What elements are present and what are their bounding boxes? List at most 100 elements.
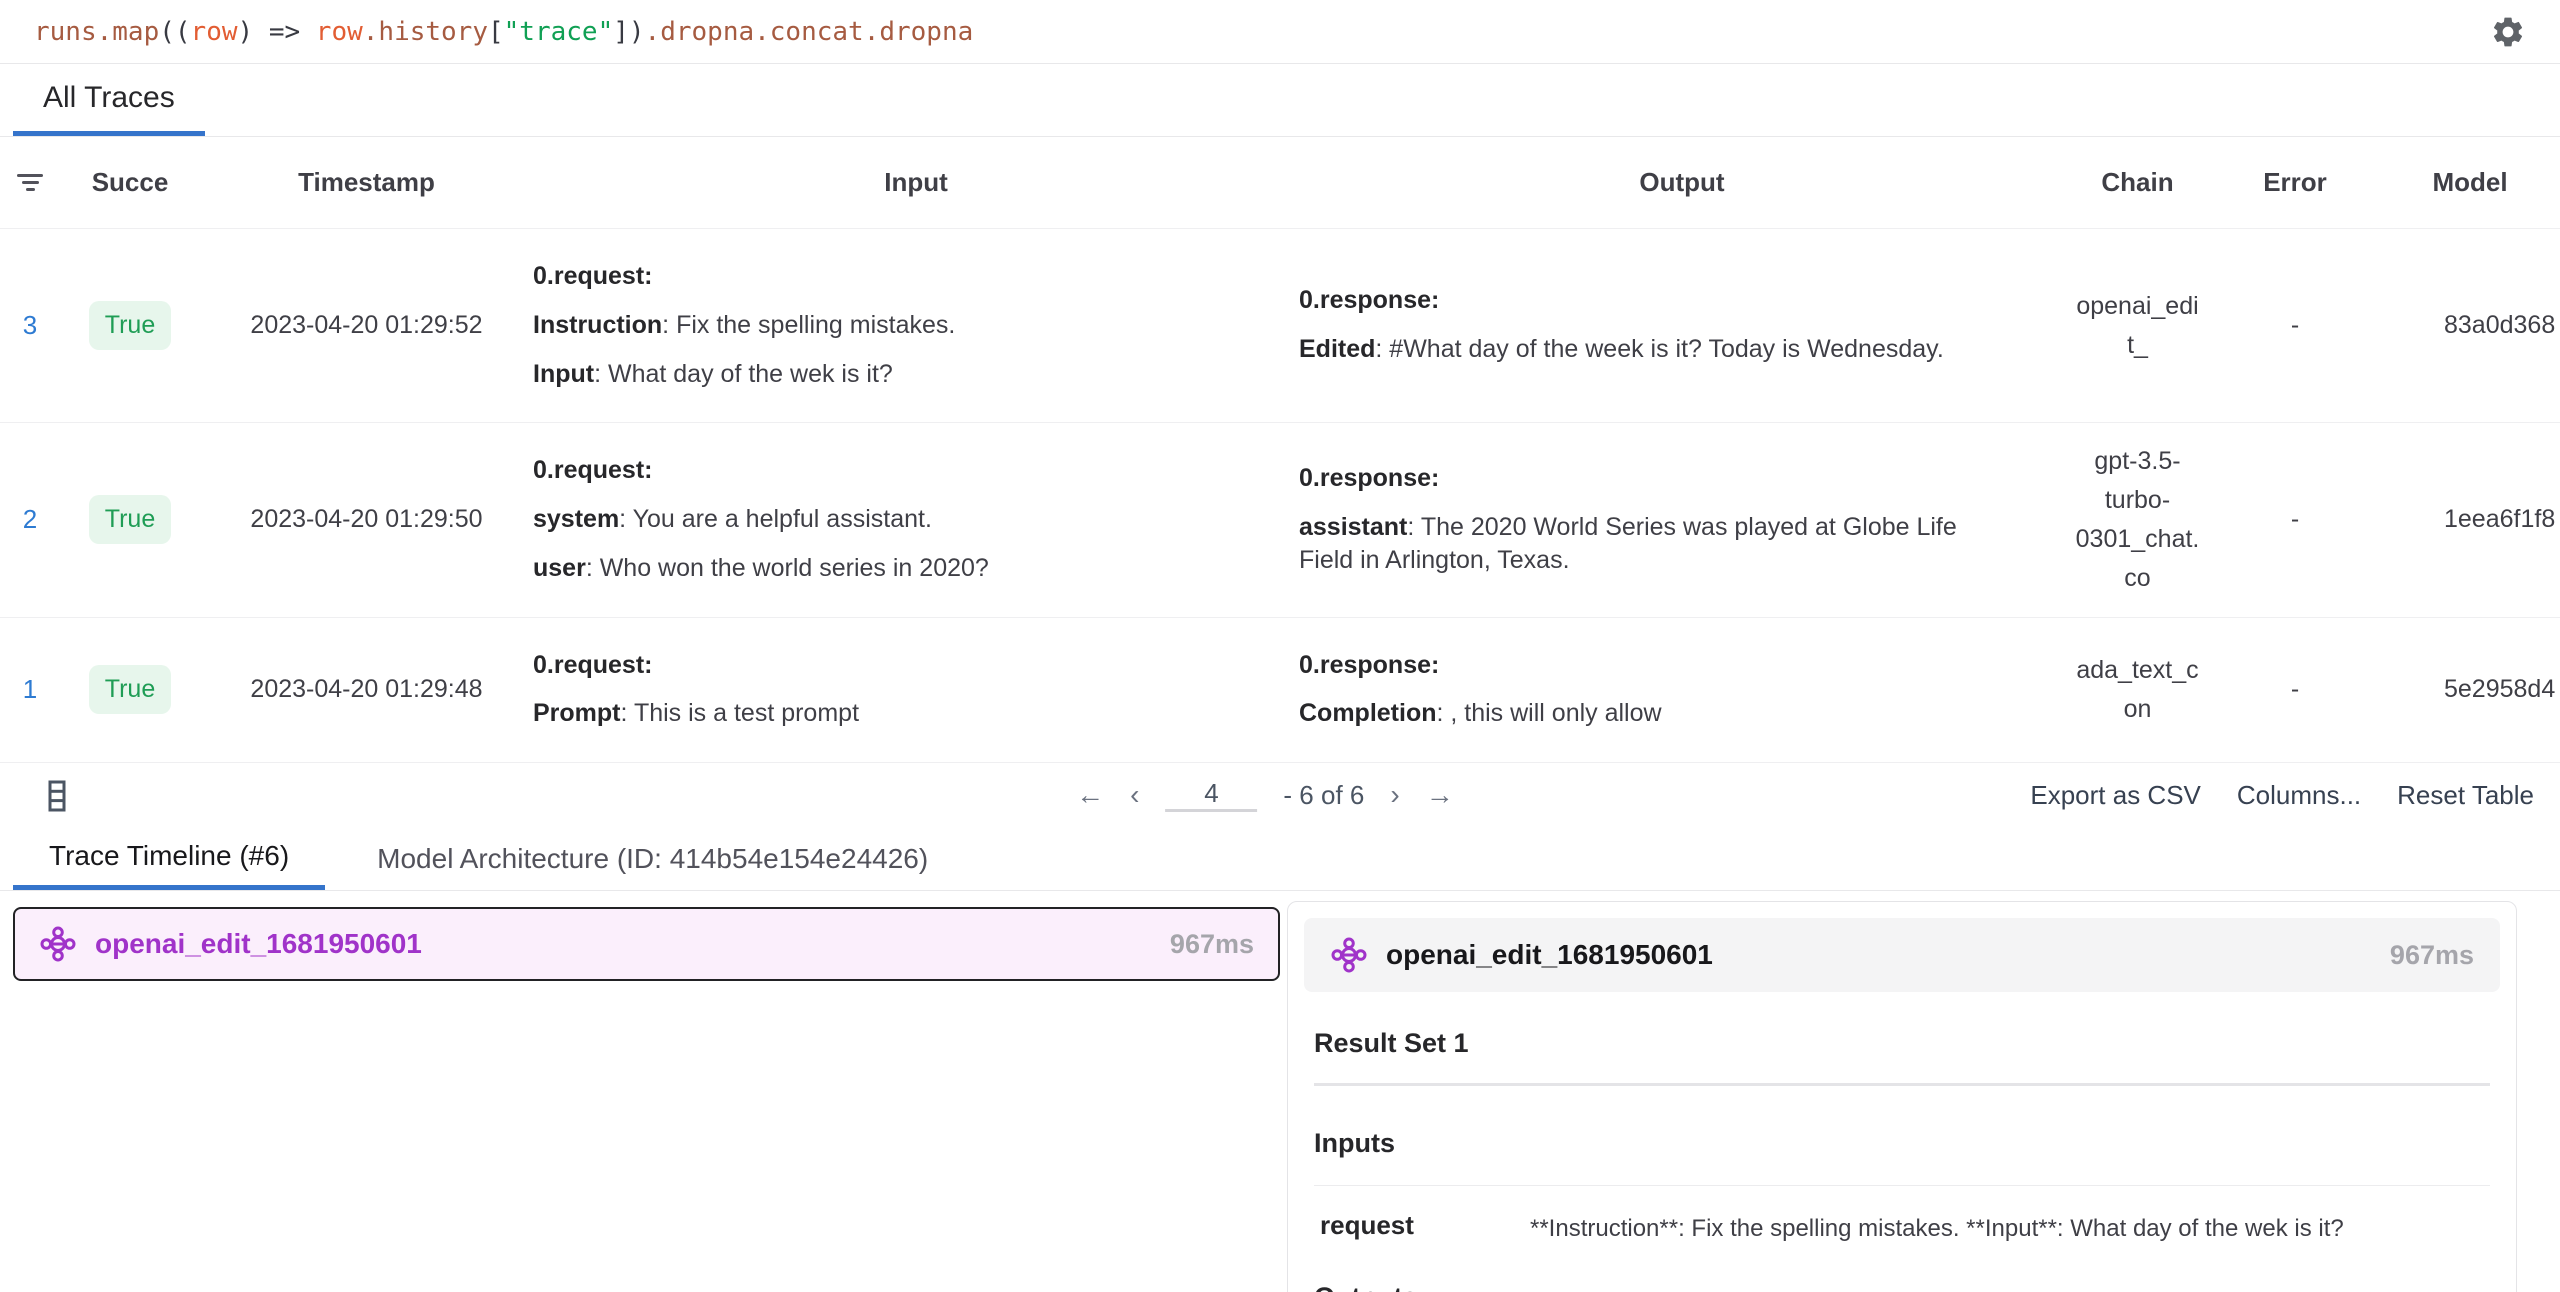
field-label: Instruction	[533, 311, 662, 339]
page-number-input[interactable]	[1165, 778, 1257, 812]
rows-density-icon[interactable]	[46, 779, 68, 813]
chain-cell: openai_edit_	[2065, 287, 2210, 365]
row-id-link[interactable]: 2	[0, 504, 60, 535]
field-label: Completion	[1299, 699, 1437, 727]
column-header-model[interactable]: Model	[2380, 167, 2560, 198]
code-token: ) =>	[238, 17, 316, 47]
outputs-heading: Outputs	[1314, 1282, 2490, 1292]
reset-table-button[interactable]: Reset Table	[2397, 780, 2534, 811]
column-header-error[interactable]: Error	[2210, 167, 2380, 198]
detail-tab-bar: Trace Timeline (#6) Model Architecture (…	[0, 827, 2560, 891]
field-label: assistant	[1299, 513, 1407, 541]
field-label: 0.request:	[533, 651, 652, 679]
request-value: **Instruction**: Fix the spelling mistak…	[1530, 1210, 2490, 1246]
field-text: : What day of the wek is it?	[594, 360, 893, 388]
code-token: .dropna.concat.dropna	[645, 17, 974, 47]
error-cell: -	[2210, 505, 2380, 534]
field-label: Edited	[1299, 335, 1375, 363]
error-cell: -	[2210, 311, 2380, 340]
input-cell: 0.request: Prompt: This is a test prompt	[533, 618, 1299, 763]
traces-tab-bar: All Traces	[0, 64, 2560, 137]
last-page-button[interactable]: →	[1426, 779, 1454, 811]
column-header-timestamp[interactable]: Timestamp	[200, 167, 533, 198]
divider	[1314, 1083, 2490, 1086]
code-token: .history	[363, 17, 488, 47]
span-label: openai_edit_1681950601	[95, 928, 422, 960]
input-cell: 0.request: Instruction: Fix the spelling…	[533, 229, 1299, 422]
timestamp-cell: 2023-04-20 01:29:50	[200, 505, 533, 534]
result-set-heading: Result Set 1	[1314, 1028, 2490, 1059]
column-header-input[interactable]: Input	[533, 167, 1299, 198]
filter-column-header[interactable]	[0, 170, 60, 195]
gear-icon[interactable]	[2490, 14, 2526, 50]
span-detail-body: Result Set 1 Inputs request **Instructio…	[1304, 1028, 2500, 1292]
row-id-link[interactable]: 3	[0, 310, 60, 341]
column-header-chain[interactable]: Chain	[2065, 167, 2210, 198]
request-row: request **Instruction**: Fix the spellin…	[1314, 1186, 2490, 1256]
column-header-output[interactable]: Output	[1299, 167, 2065, 198]
timeline-span-openai-edit[interactable]: openai_edit_1681950601 967ms	[13, 907, 1280, 981]
field-text: : Who won the world series in 2020?	[586, 554, 989, 582]
table-toolbar: ← ‹ - 6 of 6 › → Export as CSV Columns..…	[0, 763, 2560, 827]
row-id-link[interactable]: 1	[0, 674, 60, 705]
status-badge: True	[89, 665, 171, 714]
first-page-button[interactable]: ←	[1076, 779, 1104, 811]
timestamp-cell: 2023-04-20 01:29:48	[200, 675, 533, 704]
chain-node-icon	[39, 925, 77, 963]
table-header-row: Succe Timestamp Input Output Chain Error…	[0, 137, 2560, 229]
span-detail-header[interactable]: openai_edit_1681950601 967ms	[1304, 918, 2500, 992]
model-cell: 5e2958d4	[2380, 675, 2560, 704]
trace-timeline-panel: openai_edit_1681950601 967ms	[0, 891, 1280, 981]
chain-cell: gpt-3.5-turbo-0301_chat.co	[2065, 442, 2210, 597]
chain-node-icon	[1330, 936, 1368, 974]
error-cell: -	[2210, 675, 2380, 704]
tab-model-architecture[interactable]: Model Architecture (ID: 414b54e154e24426…	[367, 827, 938, 890]
field-label: user	[533, 554, 586, 582]
span-duration: 967ms	[2390, 940, 2474, 971]
table-row[interactable]: 3 True 2023-04-20 01:29:52 0.request: In…	[0, 229, 2560, 423]
traces-table: Succe Timestamp Input Output Chain Error…	[0, 137, 2560, 763]
input-cell: 0.request: system: You are a helpful ass…	[533, 423, 1299, 616]
tab-trace-timeline[interactable]: Trace Timeline (#6)	[13, 827, 325, 890]
inputs-heading: Inputs	[1314, 1128, 2490, 1159]
field-label: 0.response:	[1299, 651, 1439, 679]
export-csv-button[interactable]: Export as CSV	[2030, 780, 2201, 811]
field-label: system	[533, 505, 619, 533]
timestamp-cell: 2023-04-20 01:29:52	[200, 311, 533, 340]
success-cell: True	[60, 665, 200, 714]
field-label: 0.request:	[533, 456, 652, 484]
table-row[interactable]: 1 True 2023-04-20 01:29:48 0.request: Pr…	[0, 618, 2560, 764]
success-cell: True	[60, 301, 200, 350]
code-token: ((	[159, 17, 190, 47]
columns-button[interactable]: Columns...	[2237, 780, 2361, 811]
next-page-button[interactable]: ›	[1390, 779, 1399, 811]
previous-page-button[interactable]: ‹	[1130, 779, 1139, 811]
chain-cell: ada_text_con	[2065, 651, 2210, 729]
runs-code-expression[interactable]: runs.map((row) => row.history["trace"]).…	[34, 17, 973, 47]
page-range-label: - 6 of 6	[1283, 780, 1364, 811]
column-header-success[interactable]: Succe	[60, 167, 200, 198]
field-label: 0.response:	[1299, 464, 1439, 492]
status-badge: True	[89, 495, 171, 544]
field-text: : , this will only allow	[1437, 699, 1662, 727]
output-cell: 0.response: assistant: The 2020 World Se…	[1299, 431, 2065, 609]
code-token: "trace"	[504, 17, 614, 47]
success-cell: True	[60, 495, 200, 544]
code-token: [	[488, 17, 504, 47]
code-token: row	[316, 17, 363, 47]
tab-all-traces[interactable]: All Traces	[13, 64, 205, 136]
code-token: ])	[613, 17, 644, 47]
span-title: openai_edit_1681950601	[1386, 939, 1713, 971]
table-actions: Export as CSV Columns... Reset Table	[2030, 763, 2534, 827]
field-text: : #What day of the week is it? Today is …	[1375, 335, 1943, 363]
field-label: Input	[533, 360, 594, 388]
code-toolbar: runs.map((row) => row.history["trace"]).…	[0, 0, 2560, 64]
span-detail-panel: openai_edit_1681950601 967ms Result Set …	[1287, 901, 2517, 1292]
field-label: 0.request:	[533, 262, 652, 290]
model-cell: 83a0d368	[2380, 311, 2560, 340]
span-detail-card: openai_edit_1681950601 967ms Result Set …	[1287, 901, 2517, 1292]
code-token: row	[191, 17, 238, 47]
filter-icon[interactable]	[16, 174, 44, 191]
table-row[interactable]: 2 True 2023-04-20 01:29:50 0.request: sy…	[0, 423, 2560, 617]
output-cell: 0.response: Edited: #What day of the wee…	[1299, 253, 2065, 398]
